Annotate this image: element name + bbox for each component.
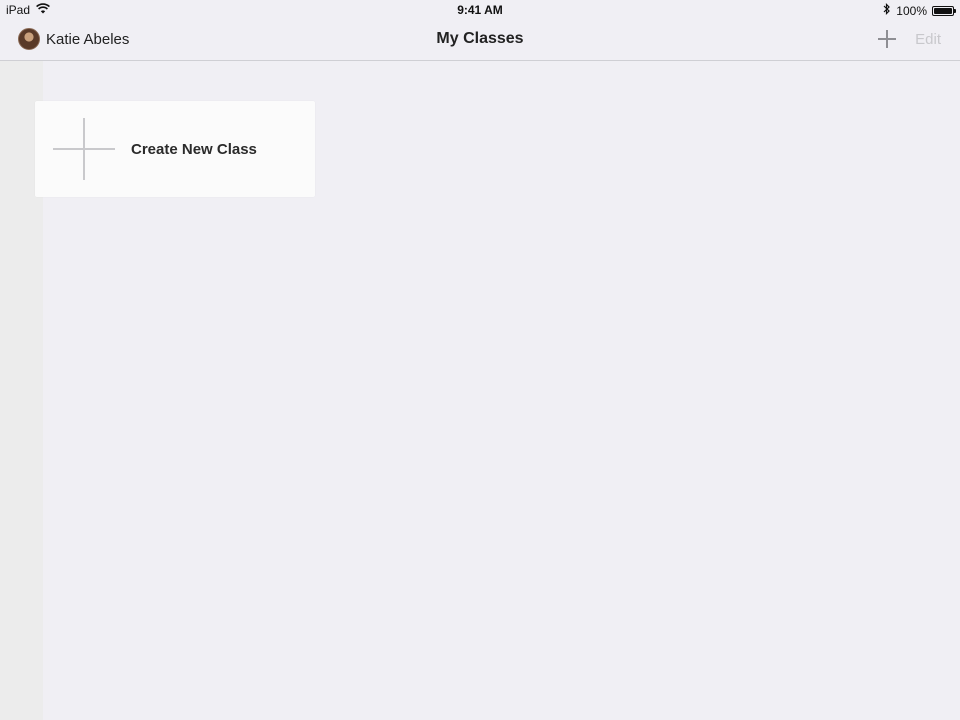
create-new-class-label: Create New Class <box>131 141 257 158</box>
edit-button[interactable]: Edit <box>915 31 941 48</box>
battery-icon <box>932 5 956 16</box>
battery-percent: 100% <box>896 3 927 18</box>
add-class-button[interactable] <box>876 28 898 50</box>
page-title: My Classes <box>436 30 524 47</box>
battery-fill <box>934 7 952 14</box>
plus-icon <box>53 118 115 180</box>
create-new-class-card[interactable]: Create New Class <box>35 101 315 197</box>
bluetooth-icon <box>883 3 891 18</box>
screen: iPad 9:41 AM 100% Katie Abeles My Classe… <box>0 0 960 720</box>
status-bar: iPad 9:41 AM 100% <box>0 0 960 20</box>
status-right: 100% <box>883 3 956 18</box>
navigation-bar: Katie Abeles My Classes Edit <box>0 20 960 61</box>
status-time: 9:41 AM <box>457 3 503 17</box>
